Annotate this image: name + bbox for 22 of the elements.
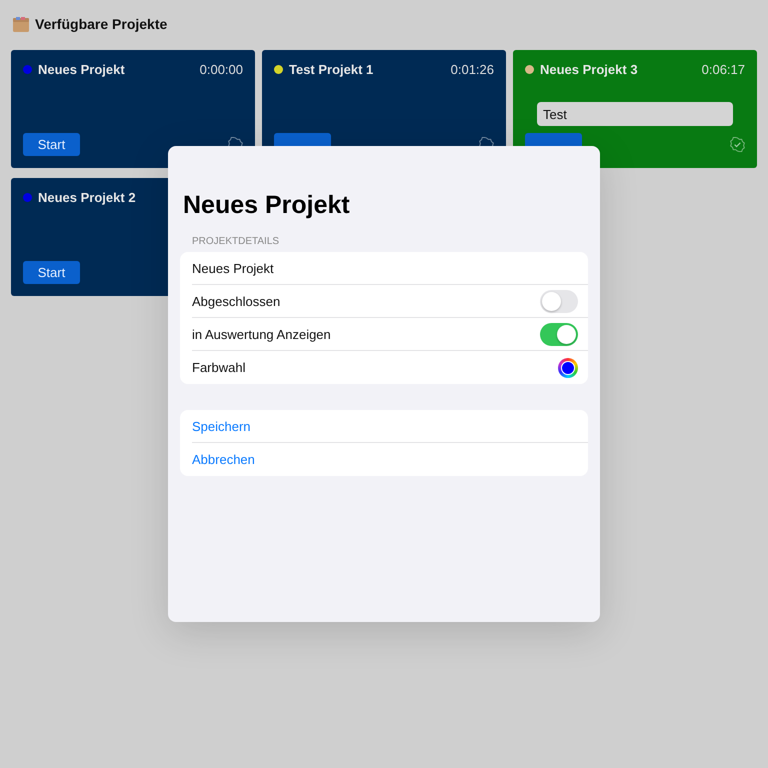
action-button[interactable]: Speichern [192,418,251,434]
start-button[interactable]: Start [23,133,80,156]
row-label: in Auswertung Anzeigen [192,326,331,342]
project-name: Neues Projekt 3 [540,62,639,76]
name-field[interactable]: Neues Projekt [192,260,392,276]
start-button[interactable]: Start [23,261,80,284]
row-label: Abgeschlossen [192,294,280,308]
toggle-switch[interactable] [540,322,578,346]
section-header: PROJEKTDETAILS [192,236,280,247]
color-picker[interactable] [558,358,578,378]
box-icon [13,16,29,32]
note-field[interactable]: Test [537,102,733,126]
timer: 0:01:26 [450,62,494,76]
timer: 0:06:17 [702,62,745,76]
project-name: Neues Projekt [38,62,126,76]
action-button[interactable]: Abbrechen [192,452,255,467]
toggle-switch[interactable] [540,290,578,312]
dialog-title: Neues Projekt [183,191,351,220]
page-title: Verfügbare Projekte [35,16,168,32]
row-label: Farbwahl [192,360,246,375]
timer: 0:00:00 [200,62,243,76]
project-name: Test Projekt 1 [289,62,374,76]
